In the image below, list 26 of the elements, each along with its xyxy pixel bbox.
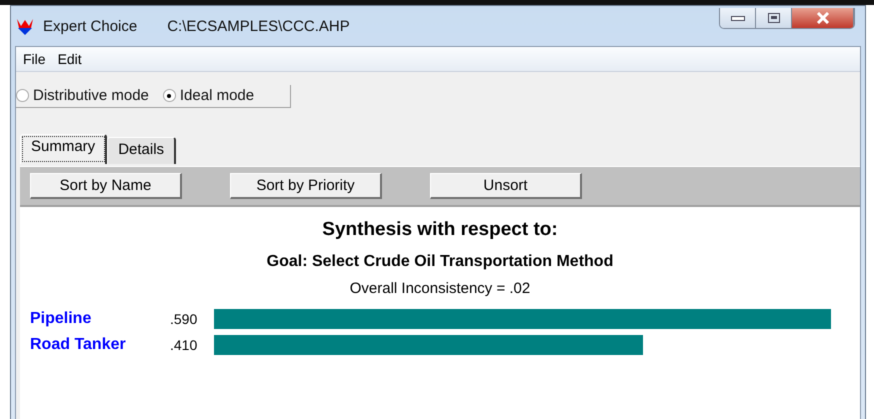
mode-label: Distributive mode [33, 87, 149, 104]
menu-item[interactable]: Edit [54, 51, 85, 67]
mode-label: Ideal mode [180, 87, 254, 104]
synthesis-heading: Synthesis with respect to: [322, 219, 558, 241]
maximize-icon [768, 13, 780, 23]
close-button[interactable] [792, 8, 854, 28]
alternative-name: Road Tanker [30, 336, 127, 354]
inconsistency-text: Overall Inconsistency = .02 [350, 280, 530, 297]
maximize-button[interactable] [756, 8, 792, 28]
menu-item[interactable]: File [20, 51, 49, 67]
sort-button[interactable]: Sort by Name [30, 173, 182, 199]
minimize-button[interactable] [720, 8, 756, 28]
file-path: C:\ECSAMPLES\CCC.AHP [167, 18, 350, 34]
radio-button[interactable] [16, 89, 29, 102]
sort-button[interactable]: Sort by Priority [230, 173, 382, 199]
tab[interactable]: Summary [20, 134, 108, 164]
window-title: Expert Choice [43, 18, 138, 34]
alternative-name: Pipeline [30, 310, 92, 328]
priority-value: .410 [170, 337, 198, 353]
radio-button[interactable] [162, 89, 176, 102]
priority-value: .590 [170, 311, 198, 327]
goal-text: Goal: Select Crude Oil Transportation Method [266, 253, 614, 271]
close-icon [816, 12, 830, 24]
sort-button[interactable]: Unsort [430, 173, 582, 199]
minimize-icon [730, 16, 744, 20]
tab[interactable]: Details [107, 137, 176, 164]
